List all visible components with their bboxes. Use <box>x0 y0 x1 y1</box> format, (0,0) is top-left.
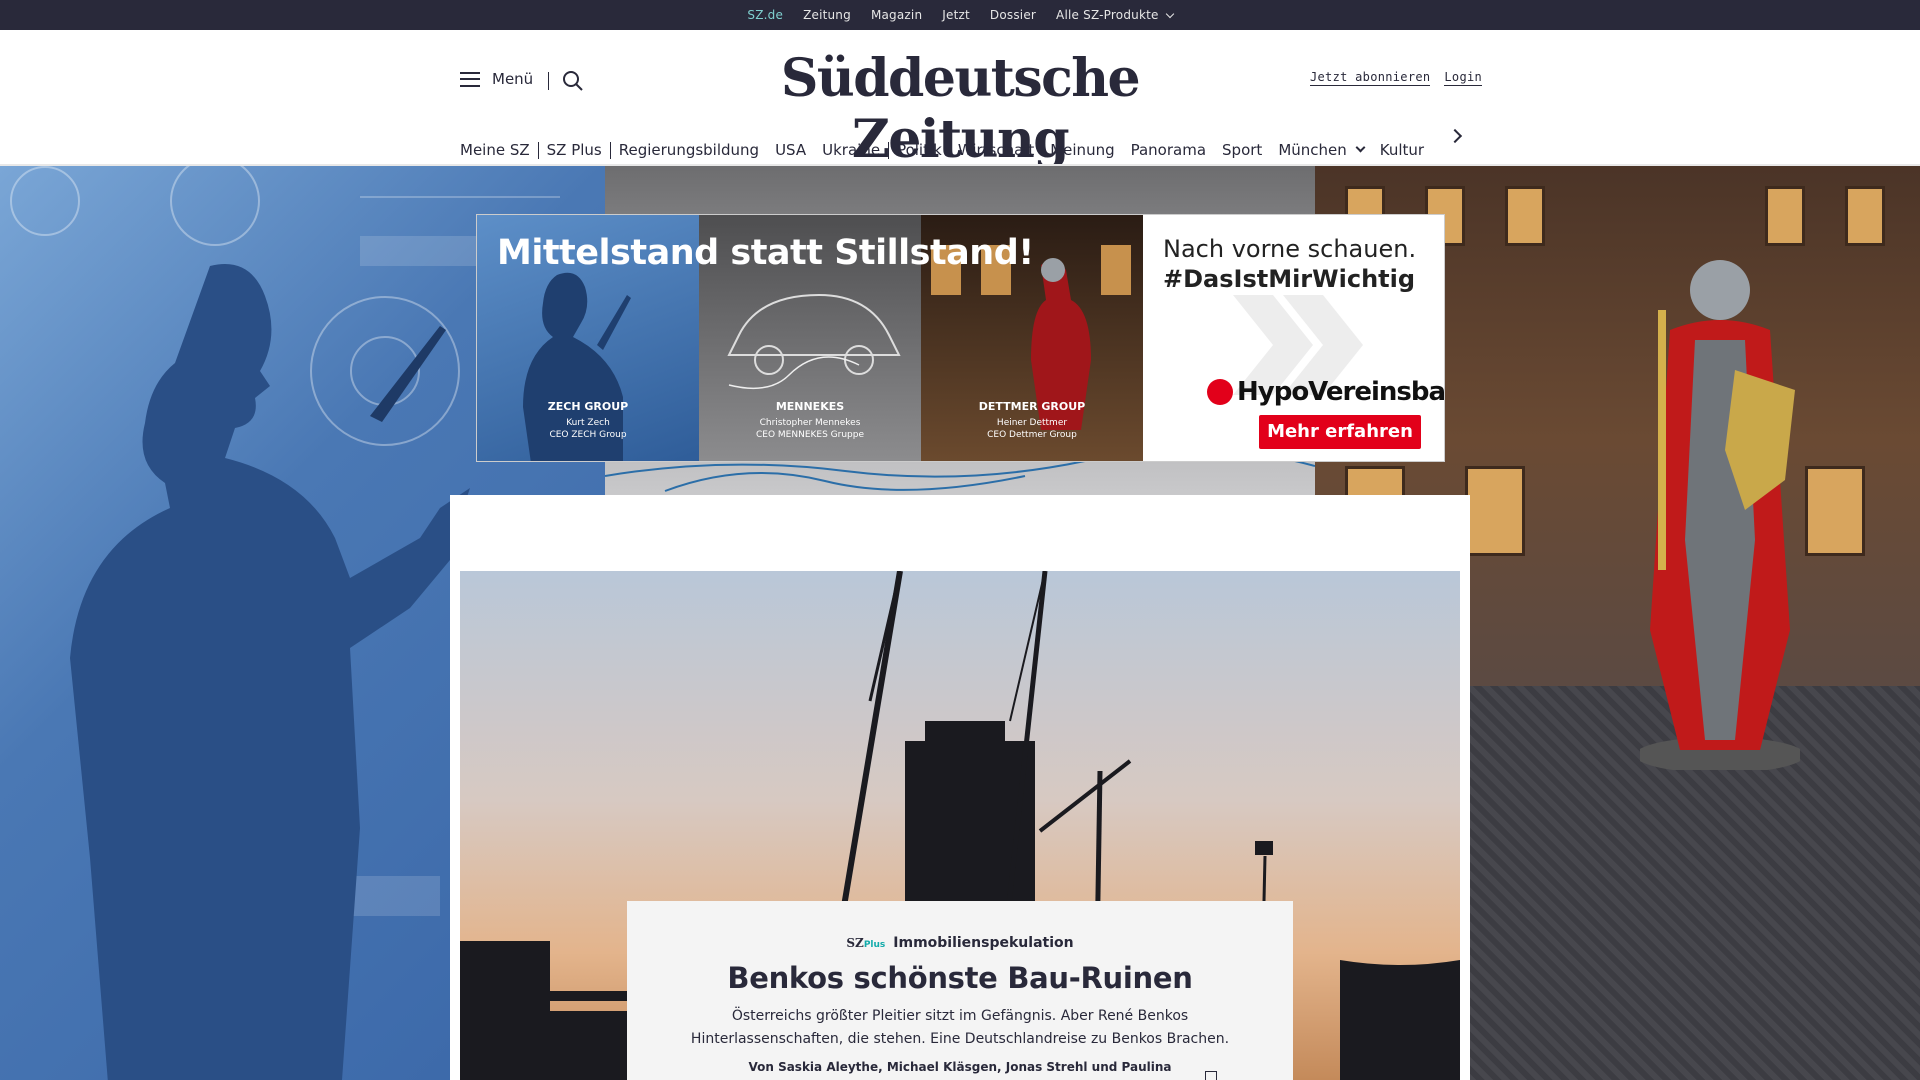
nav-item-muenchen[interactable]: München <box>1270 141 1371 159</box>
product-link-magazin[interactable]: Magazin <box>871 8 922 22</box>
product-bar: SZ.de Zeitung Magazin Jetzt Dossier Alle… <box>0 0 1920 30</box>
bookmark-icon[interactable] <box>1205 1071 1217 1080</box>
nav-item-sz-plus[interactable]: SZ Plus <box>539 141 610 159</box>
header-divider <box>548 72 549 90</box>
billboard-ad[interactable]: ZECH GROUP Kurt Zech CEO ZECH Group MENN… <box>476 214 1445 462</box>
ad-person-zech: Kurt Zech CEO ZECH Group <box>477 417 699 441</box>
ad-brand-logo: HypoVereinsbank <box>1207 377 1445 407</box>
teaser-summary: Österreichs größter Pleitier sitzt im Ge… <box>690 1008 1230 1047</box>
product-link-szde[interactable]: SZ.de <box>747 8 783 22</box>
ad-company-dettmer: DETTMER GROUP <box>978 400 1086 413</box>
teaser-headline[interactable]: Benkos schönste Bau-Ruinen <box>627 961 1293 995</box>
nav-item-wirtschaft[interactable]: Wirtschaft <box>950 141 1042 159</box>
article-teaser[interactable]: SZPlus Immobilienspekulation Benkos schö… <box>627 901 1293 1080</box>
ad-person-name: Heiner Dettmer <box>996 418 1068 428</box>
ad-person-dettmer: Heiner Dettmer CEO Dettmer Group <box>921 417 1143 441</box>
nav-item-muenchen-label: München <box>1278 141 1347 159</box>
ad-person-role: CEO Dettmer Group <box>987 430 1077 440</box>
chevron-down-icon <box>1355 142 1366 152</box>
ad-person-name: Kurt Zech <box>566 418 610 428</box>
menu-label: Menü <box>492 70 534 88</box>
ad-person-name: Christopher Mennekes <box>759 418 861 428</box>
menu-button[interactable]: Menü <box>460 70 533 88</box>
hamburger-icon <box>460 71 480 87</box>
nav-item-sport[interactable]: Sport <box>1214 141 1270 159</box>
businessman-silhouette <box>70 264 470 1080</box>
product-link-dossier[interactable]: Dossier <box>990 8 1036 22</box>
ad-person-mennekes: Christopher Mennekes CEO MENNEKES Gruppe <box>699 417 921 441</box>
teaser-author: Von Saskia Aleythe, Michael Kläsgen, Jon… <box>748 1060 1172 1074</box>
nav-item-usa[interactable]: USA <box>767 141 814 159</box>
product-dropdown-all[interactable]: Alle SZ-Produkte <box>1056 8 1174 22</box>
ad-person-role: CEO MENNEKES Gruppe <box>755 430 865 440</box>
ad-brand-panel: Nach vorne schauen. #DasIstMirWichtig Hy… <box>1143 215 1445 461</box>
product-dropdown-label: Alle SZ-Produkte <box>1056 8 1159 22</box>
nav-item-regierungsbildung[interactable]: Regierungsbildung <box>611 141 767 159</box>
teaser-kicker: SZPlus Immobilienspekulation <box>627 935 1293 951</box>
nav-item-ukraine[interactable]: Ukraine <box>814 141 888 159</box>
nav-item-kultur[interactable]: Kultur <box>1372 141 1432 159</box>
search-icon[interactable] <box>562 70 584 92</box>
hypovereinsbank-logo-icon <box>1207 379 1233 405</box>
site-header: Menü Süddeutsche Zeitung Jetzt abonniere… <box>0 30 1920 170</box>
sz-plus-label: SZ <box>846 936 864 950</box>
ad-company-zech: ZECH GROUP <box>547 400 629 413</box>
sz-plus-suffix: Plus <box>863 940 886 950</box>
nav-item-panorama[interactable]: Panorama <box>1123 141 1214 159</box>
product-link-zeitung[interactable]: Zeitung <box>803 8 851 22</box>
ad-person-role: CEO ZECH Group <box>549 430 627 440</box>
login-link[interactable]: Login <box>1444 70 1483 86</box>
nav-item-politik[interactable]: Politik <box>889 141 950 159</box>
ad-headline: Mittelstand statt Stillstand! <box>497 233 1034 273</box>
subscribe-link[interactable]: Jetzt abonnieren <box>1310 70 1431 86</box>
ad-cta-button[interactable]: Mehr erfahren <box>1259 415 1421 449</box>
nav-item-meinung[interactable]: Meinung <box>1042 141 1122 159</box>
ad-tagline: Nach vorne schauen. <box>1163 235 1417 263</box>
chevron-down-icon <box>1165 9 1174 19</box>
ad-brand-name: HypoVereinsbank <box>1237 377 1445 407</box>
product-link-jetzt[interactable]: Jetzt <box>942 8 970 22</box>
ad-company-mennekes: MENNEKES <box>775 400 845 413</box>
sz-plus-badge: SZPlus <box>846 936 885 950</box>
account-links: Jetzt abonnieren Login <box>1310 70 1483 86</box>
teaser-topic: Immobilienspekulation <box>893 935 1074 951</box>
roland-statue-image <box>1640 260 1800 770</box>
nav-item-meine-sz[interactable]: Meine SZ <box>460 141 538 159</box>
